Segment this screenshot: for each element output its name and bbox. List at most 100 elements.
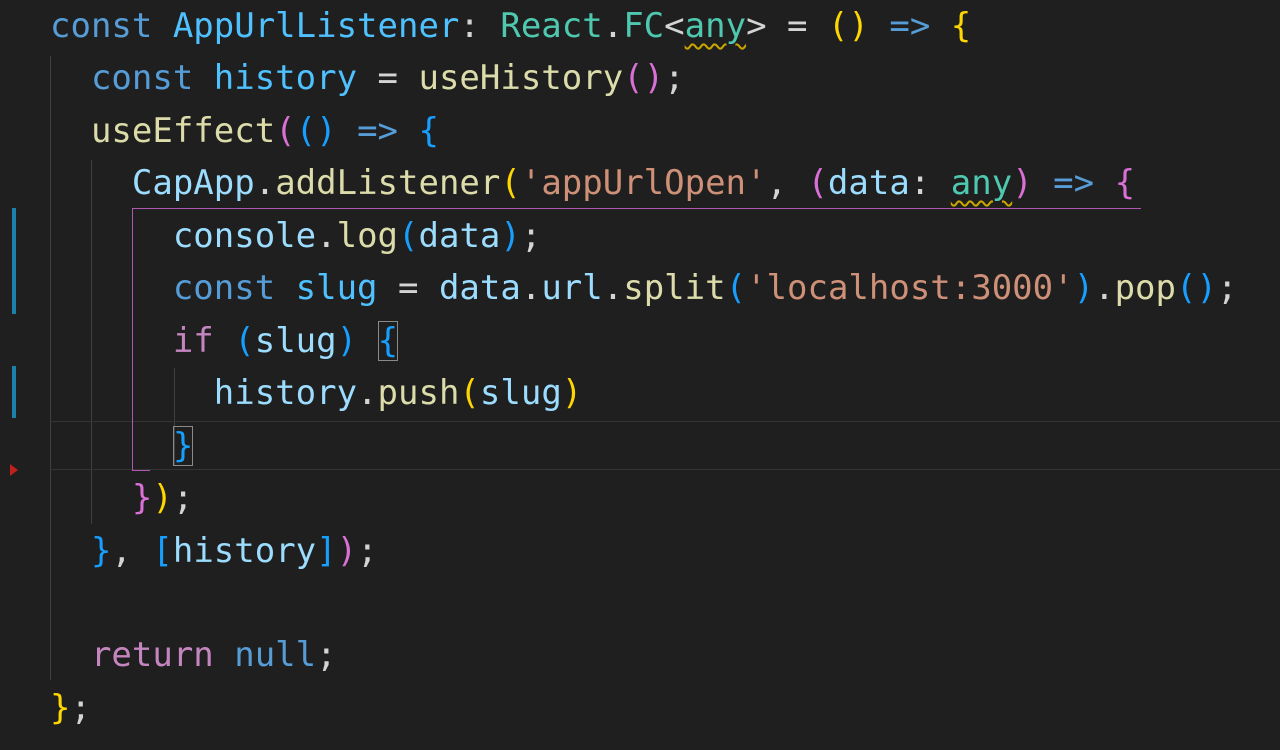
code-token: url	[541, 268, 603, 308]
code-editor[interactable]: const AppUrlListener: React.FC<any> = ()…	[0, 0, 1280, 750]
code-token: .	[316, 216, 337, 256]
gutter-modified-marker	[12, 208, 16, 314]
code-token: ,	[766, 163, 808, 203]
code-token: (	[725, 268, 747, 308]
code-token: (	[275, 111, 296, 151]
code-token: )	[1073, 268, 1095, 308]
code-token: 'appUrlOpen'	[520, 163, 767, 203]
code-token: history	[213, 58, 358, 98]
code-token: (	[459, 373, 480, 413]
code-token: data	[438, 268, 521, 308]
code-token: history	[172, 531, 317, 571]
code-line[interactable]: return null;	[50, 629, 337, 681]
code-line[interactable]: }, [history]);	[50, 525, 378, 577]
code-token: .	[602, 268, 624, 308]
code-token: <	[664, 6, 685, 46]
code-token: }	[50, 478, 153, 518]
gutter-modified-marker	[12, 366, 16, 418]
code-token: )	[561, 373, 583, 413]
code-token: =	[357, 58, 419, 98]
code-token: ;	[70, 688, 91, 728]
code-token: .	[254, 163, 276, 203]
code-token: const	[50, 268, 296, 308]
code-line[interactable]: CapApp.addListener('appUrlOpen', (data: …	[50, 157, 1135, 209]
code-token: (	[398, 216, 419, 256]
code-token: )	[1012, 163, 1033, 203]
code-token: null	[234, 635, 317, 675]
code-token: :	[909, 163, 951, 203]
code-line[interactable]: useEffect(() => {	[50, 105, 439, 157]
code-token: .	[520, 268, 542, 308]
code-token: return	[50, 635, 235, 675]
code-token: split	[623, 268, 726, 308]
code-token: ;	[316, 635, 337, 675]
code-token: const	[50, 6, 173, 46]
code-token: ()	[1175, 268, 1217, 308]
code-token: console	[50, 216, 317, 256]
code-token: [	[152, 531, 173, 571]
code-token: > =	[746, 6, 828, 46]
code-token: {	[1114, 163, 1136, 203]
code-token: )	[336, 321, 378, 361]
code-token: log	[336, 216, 399, 256]
code-line[interactable]: const AppUrlListener: React.FC<any> = ()…	[50, 0, 971, 52]
code-token: ;	[357, 531, 378, 571]
code-token: slug	[254, 321, 337, 361]
code-token: data	[418, 216, 501, 256]
code-token: ;	[172, 478, 194, 518]
code-token: .	[602, 6, 624, 46]
code-token: }	[50, 688, 71, 728]
code-token: 'localhost:3000'	[746, 268, 1074, 308]
code-token: {	[950, 6, 972, 46]
code-token: )	[500, 216, 521, 256]
code-token: if	[50, 321, 235, 361]
code-token: ,	[111, 531, 153, 571]
code-token: }	[172, 426, 194, 466]
code-line[interactable]: });	[50, 472, 193, 524]
code-line[interactable]: }	[50, 420, 194, 472]
code-line[interactable]: history.push(slug)	[50, 367, 583, 419]
code-token: ()	[295, 111, 337, 151]
code-token: AppUrlListener	[172, 6, 460, 46]
code-token: {	[418, 111, 439, 151]
code-token: (	[807, 163, 828, 203]
code-token: =>	[868, 6, 951, 46]
code-token: useHistory	[418, 58, 624, 98]
code-token: addListener	[275, 163, 501, 203]
code-token: )	[336, 531, 358, 571]
code-token: any	[950, 163, 1013, 203]
code-token: .	[1094, 268, 1115, 308]
code-token: ;	[520, 216, 542, 256]
code-token: useEffect	[50, 111, 276, 151]
code-token: ;	[1216, 268, 1238, 308]
code-token: CapApp	[50, 163, 255, 203]
code-token: React	[500, 6, 603, 46]
code-line[interactable]: if (slug) {	[50, 315, 399, 367]
code-token: =>	[1032, 163, 1115, 203]
code-token: (	[234, 321, 255, 361]
code-line[interactable]: const slug = data.url.split('localhost:3…	[50, 262, 1238, 314]
code-token: any	[684, 6, 747, 46]
code-token: ()	[623, 58, 665, 98]
code-token: :	[459, 6, 501, 46]
code-token: =>	[336, 111, 419, 151]
code-token: ]	[316, 531, 337, 571]
code-token: ;	[664, 58, 685, 98]
code-token: slug	[295, 268, 378, 308]
code-token: slug	[479, 373, 562, 413]
code-token: FC	[623, 6, 665, 46]
code-line[interactable]: console.log(data);	[50, 210, 542, 262]
code-token: {	[377, 321, 399, 361]
code-token: (	[500, 163, 521, 203]
code-line[interactable]: };	[50, 682, 91, 734]
breakpoint-arrow-icon[interactable]	[10, 464, 18, 476]
code-token: ()	[827, 6, 869, 46]
code-token: =	[377, 268, 439, 308]
code-token: history	[50, 373, 358, 413]
code-token: const	[50, 58, 214, 98]
code-token: .	[357, 373, 378, 413]
code-token: push	[377, 373, 460, 413]
code-line[interactable]: const history = useHistory();	[50, 52, 685, 104]
code-token: }	[50, 531, 112, 571]
code-token: pop	[1114, 268, 1176, 308]
